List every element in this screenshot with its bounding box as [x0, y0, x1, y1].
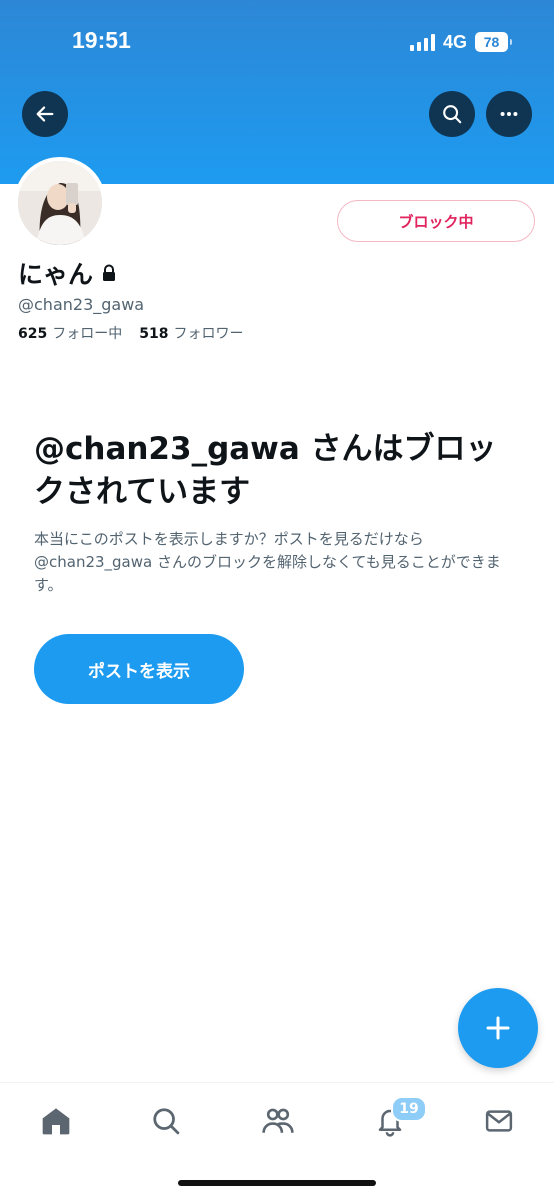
lock-icon	[103, 264, 116, 281]
view-posts-button[interactable]: ポストを表示	[34, 634, 244, 704]
network-type: 4G	[442, 31, 467, 52]
home-icon	[42, 1108, 70, 1135]
more-horizontal-icon	[500, 111, 518, 117]
arrow-left-icon	[36, 106, 54, 122]
follow-stats: 625 フォロー中 518 フォロワー	[18, 323, 243, 343]
tab-messages[interactable]	[479, 1101, 519, 1141]
avatar-photo	[18, 161, 102, 245]
tab-search[interactable]	[146, 1101, 186, 1141]
back-button[interactable]	[22, 91, 68, 137]
plus-icon	[486, 1016, 510, 1040]
status-indicators: 4G 78	[409, 30, 512, 54]
battery-icon: 78	[475, 32, 512, 52]
blocked-title: @chan23_gawa さんはブロックされています	[34, 431, 497, 510]
followers-count: 518	[139, 326, 169, 342]
communities-icon	[262, 1108, 294, 1133]
search-button[interactable]	[429, 91, 475, 137]
home-indicator	[178, 1180, 376, 1186]
more-button[interactable]	[486, 91, 532, 137]
followers-link[interactable]: 518 フォロワー	[139, 323, 243, 343]
avatar[interactable]	[14, 157, 106, 249]
followers-label: フォロワー	[173, 326, 244, 342]
blocking-button[interactable]: ブロック中	[337, 200, 535, 242]
profile-name-row: にゃん	[18, 255, 117, 291]
search-icon	[443, 105, 462, 124]
following-count: 625	[18, 326, 48, 342]
signal-icon	[409, 33, 435, 51]
profile-handle: @chan23_gawa	[18, 295, 145, 314]
profile-name: にゃん	[18, 260, 94, 289]
messages-icon	[485, 1110, 513, 1132]
search-icon	[153, 1108, 180, 1135]
profile-banner: 19:51 4G 78	[0, 0, 554, 184]
blocked-description: 本当にこのポストを表示しますか？ポストを見るだけなら@chan23_gawa さ…	[34, 530, 501, 594]
compose-button[interactable]	[458, 988, 538, 1068]
status-time: 19:51	[72, 27, 131, 53]
following-label: フォロー中	[52, 326, 123, 342]
following-link[interactable]: 625 フォロー中	[18, 323, 122, 343]
tab-home[interactable]	[36, 1101, 76, 1141]
notifications-badge: 19	[391, 1096, 427, 1122]
tab-communities[interactable]	[258, 1101, 298, 1141]
